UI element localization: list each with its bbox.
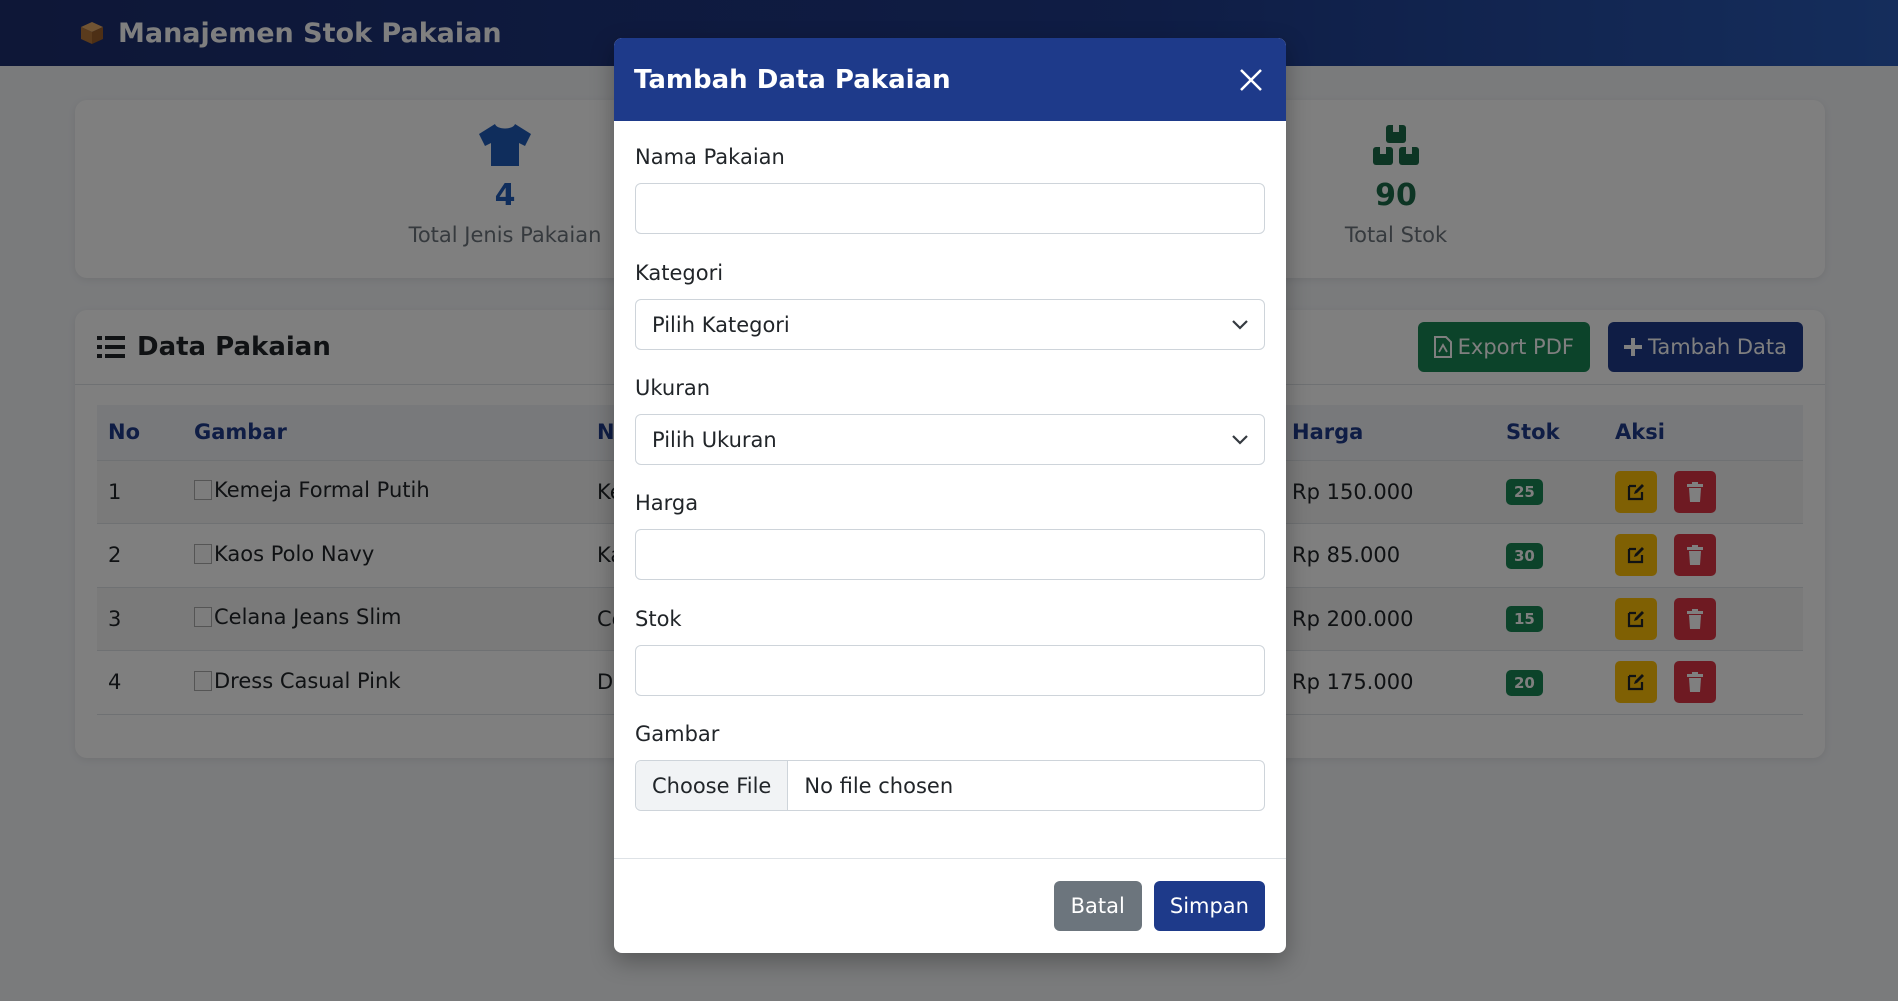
form-group-stok: Stok (635, 607, 1265, 696)
form-group-ukuran: Ukuran Pilih Ukuran (635, 376, 1265, 465)
form-group-harga: Harga (635, 491, 1265, 580)
cancel-button[interactable]: Batal (1053, 881, 1142, 931)
ukuran-selected: Pilih Ukuran (652, 427, 777, 452)
gambar-label: Gambar (635, 722, 720, 746)
nama-input[interactable] (635, 183, 1265, 234)
form-group-gambar: Gambar Choose File No file chosen (635, 722, 1265, 811)
nama-label: Nama Pakaian (635, 145, 785, 169)
close-icon (1240, 68, 1262, 91)
ukuran-select[interactable]: Pilih Ukuran (635, 414, 1265, 465)
harga-input[interactable] (635, 529, 1265, 580)
modal-footer: Batal Simpan (614, 858, 1286, 953)
modal-title: Tambah Data Pakaian (634, 64, 951, 95)
form-group-kategori: Kategori Pilih Kategori (635, 261, 1265, 350)
kategori-label: Kategori (635, 261, 724, 285)
stok-input[interactable] (635, 645, 1265, 696)
ukuran-label: Ukuran (635, 376, 711, 400)
chevron-down-icon (1232, 434, 1248, 445)
file-status: No file chosen (804, 773, 954, 798)
chevron-down-icon (1232, 319, 1248, 330)
close-button[interactable] (1236, 65, 1266, 95)
kategori-selected: Pilih Kategori (652, 312, 790, 337)
form-group-nama: Nama Pakaian (635, 145, 1265, 234)
choose-file-button[interactable]: Choose File (636, 761, 789, 810)
add-clothing-modal: Tambah Data Pakaian Nama Pakaian Kategor… (614, 38, 1286, 953)
stok-label: Stok (635, 607, 682, 631)
file-input[interactable]: Choose File No file chosen (635, 760, 1265, 811)
save-button[interactable]: Simpan (1153, 881, 1265, 931)
harga-label: Harga (635, 491, 699, 515)
kategori-select[interactable]: Pilih Kategori (635, 299, 1265, 350)
modal-header: Tambah Data Pakaian (614, 38, 1286, 121)
